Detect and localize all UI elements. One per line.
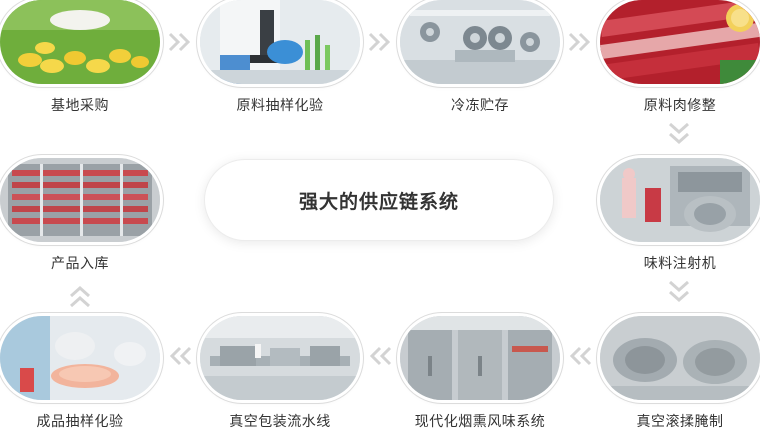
chevron-left-icon	[168, 346, 192, 366]
step-raw-material-testing: 原料抽样化验	[200, 0, 360, 114]
supply-chain-title: 强大的供应链系统	[205, 160, 553, 240]
chevron-right-icon	[368, 32, 392, 52]
step-smoke-flavor-system: 现代化烟熏风味系统	[400, 316, 560, 430]
step-vacuum-packaging-line: 真空包装流水线	[200, 316, 360, 430]
step-product-warehousing: 产品入库	[0, 158, 160, 272]
step-label: 原料抽样化验	[236, 98, 324, 114]
injection-machine-photo	[600, 158, 760, 242]
chevron-up-icon	[69, 284, 91, 308]
raw-meat-photo	[600, 0, 760, 84]
step-label: 基地采购	[51, 98, 109, 114]
step-label: 产品入库	[51, 256, 109, 272]
step-label: 冷冻贮存	[451, 98, 509, 114]
step-marinade-injection: 味料注射机	[600, 158, 760, 272]
packaging-line-photo	[200, 316, 360, 400]
chevron-down-icon	[668, 280, 690, 304]
cold-storage-photo	[400, 0, 560, 84]
step-label: 味料注射机	[643, 256, 717, 272]
warehouse-racks-photo	[0, 158, 160, 242]
chevron-right-icon	[168, 32, 192, 52]
lab-microscope-photo	[200, 0, 360, 84]
step-cold-storage: 冷冻贮存	[400, 0, 560, 114]
step-label: 真空滚揉腌制	[636, 414, 724, 430]
vacuum-tumbler-photo	[600, 316, 760, 400]
step-label: 成品抽样化验	[36, 414, 124, 430]
chevron-down-icon	[668, 122, 690, 146]
step-vacuum-tumbling: 真空滚揉腌制	[600, 316, 760, 430]
step-label: 现代化烟熏风味系统	[414, 414, 546, 430]
step-raw-meat-trimming: 原料肉修整	[600, 0, 760, 114]
step-base-procurement: 基地采购	[0, 0, 160, 114]
chevron-left-icon	[568, 346, 592, 366]
step-finished-product-testing: 成品抽样化验	[0, 316, 160, 430]
chevron-left-icon	[368, 346, 392, 366]
product-sampling-photo	[0, 316, 160, 400]
step-label: 原料肉修整	[643, 98, 717, 114]
smokehouse-photo	[400, 316, 560, 400]
step-label: 真空包装流水线	[229, 414, 331, 430]
duck-farm-photo	[0, 0, 160, 84]
chevron-right-icon	[568, 32, 592, 52]
